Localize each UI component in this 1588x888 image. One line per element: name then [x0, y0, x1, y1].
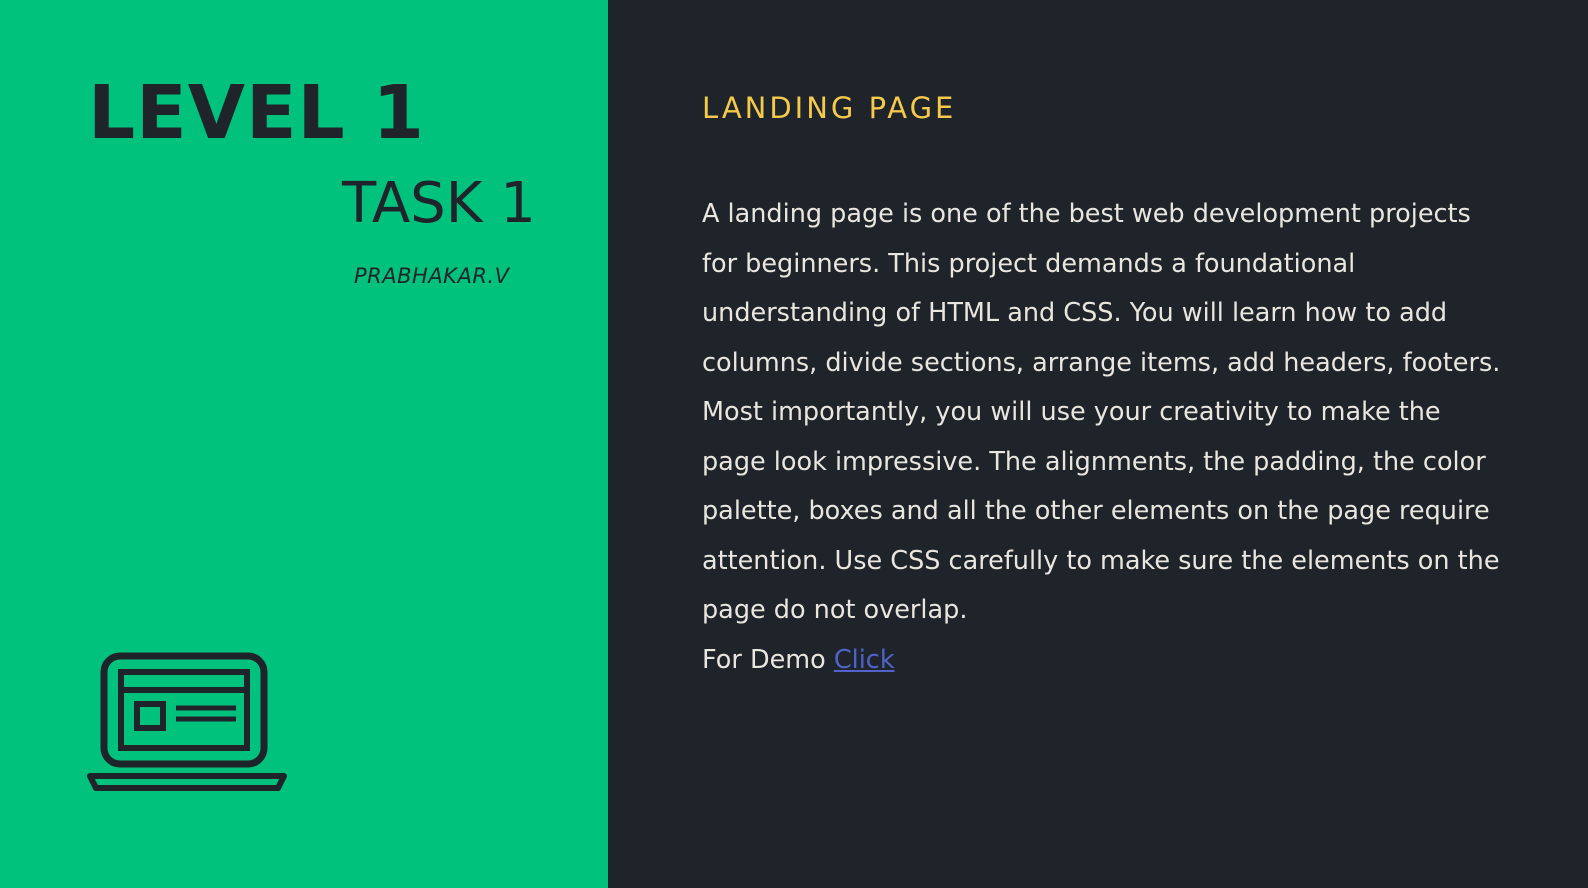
demo-line: For Demo Click	[702, 636, 895, 686]
left-panel: LEVEL 1 TASK 1 PRABHAKAR.V	[0, 0, 608, 888]
laptop-icon	[87, 652, 287, 791]
author-name: PRABHAKAR.V	[354, 264, 510, 288]
section-heading: LANDING PAGE	[702, 91, 957, 125]
level-title: LEVEL 1	[88, 70, 425, 156]
demo-prefix: For Demo	[702, 645, 834, 675]
task-title: TASK 1	[342, 171, 536, 236]
description-text: A landing page is one of the best web de…	[702, 199, 1501, 625]
demo-link[interactable]: Click	[834, 645, 895, 675]
slide: LEVEL 1 TASK 1 PRABHAKAR.V LANDING PAGE …	[0, 0, 1588, 888]
